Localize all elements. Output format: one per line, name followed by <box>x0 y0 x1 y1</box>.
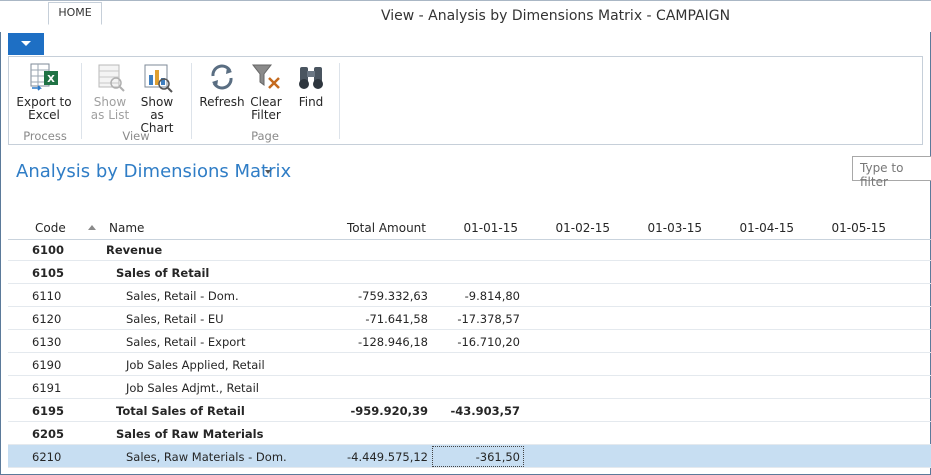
svg-text:X: X <box>47 74 55 85</box>
group-label-page: Page <box>251 129 279 143</box>
find-button[interactable]: Find <box>291 61 331 109</box>
cell-code: 6190 <box>32 358 62 372</box>
refresh-label: Refresh <box>199 95 245 109</box>
ribbon-tab-row <box>0 32 931 56</box>
cell-code: 6105 <box>32 266 65 280</box>
cell-code: 6110 <box>32 289 62 303</box>
title-bar: View - Analysis by Dimensions Matrix - C… <box>0 0 931 32</box>
cell-total-amount: -759.332,63 <box>358 289 428 303</box>
table-row[interactable]: 6105 Sales of Retail <box>8 261 931 284</box>
table-row[interactable]: 6120 Sales, Retail - EU -71.641,58 -17.3… <box>8 307 931 330</box>
cell-name: Sales of Retail <box>116 266 210 280</box>
clear-filter-label: Clear Filter <box>250 95 282 122</box>
excel-export-icon: X <box>30 63 58 91</box>
group-separator <box>191 63 192 139</box>
cell-period-1: -9.814,80 <box>464 289 520 303</box>
cell-code: 6100 <box>32 243 65 257</box>
cell-code: 6195 <box>32 404 65 418</box>
cell-name: Sales of Raw Materials <box>116 427 264 441</box>
window-title: View - Analysis by Dimensions Matrix - C… <box>380 8 731 24</box>
cell-period-1: -17.378,57 <box>457 312 520 326</box>
show-as-list-button[interactable]: Show as List <box>89 61 131 122</box>
find-label: Find <box>298 95 324 109</box>
cell-total-amount: -4.449.575,12 <box>347 450 428 464</box>
table-row-selected[interactable]: 6210 Sales, Raw Materials - Dom. -4.449.… <box>8 445 931 468</box>
filter-input[interactable]: Type to filter <box>852 156 931 189</box>
cell-code: 6205 <box>32 427 65 441</box>
tab-home[interactable]: HOME <box>48 2 102 25</box>
col-header-period-1[interactable]: 01-01-15 <box>428 221 518 235</box>
cell-name: Total Sales of Retail <box>116 404 245 418</box>
cell-name: Sales, Retail - Dom. <box>126 289 239 303</box>
refresh-button[interactable]: Refresh <box>199 61 245 109</box>
table-row[interactable]: 6205 Sales of Raw Materials <box>8 422 931 445</box>
table-row[interactable]: 6191 Job Sales Adjmt., Retail <box>8 376 931 399</box>
cell-name: Job Sales Adjmt., Retail <box>126 381 259 395</box>
export-to-excel-button[interactable]: X Export to Excel <box>15 61 73 122</box>
cell-period-1: -361,50 <box>475 450 520 464</box>
cell-name: Sales, Retail - EU <box>126 312 224 326</box>
refresh-icon <box>211 64 233 90</box>
sort-ascending-icon[interactable] <box>88 225 96 230</box>
table-row[interactable]: 6130 Sales, Retail - Export -128.946,18 … <box>8 330 931 353</box>
cell-name: Revenue <box>106 243 163 257</box>
cell-code: 6210 <box>32 450 62 464</box>
cell-code: 6191 <box>32 381 62 395</box>
show-as-list-label: Show as List <box>90 95 130 122</box>
col-header-name[interactable]: Name <box>109 221 144 235</box>
cell-code: 6120 <box>32 312 62 326</box>
ribbon: X Export to Excel Process Show as List S… <box>8 56 923 145</box>
col-header-total-amount[interactable]: Total Amount <box>326 221 426 235</box>
cell-period-1: -43.903,57 <box>450 404 520 418</box>
list-view-icon <box>98 64 125 92</box>
group-separator <box>339 63 340 139</box>
chart-view-icon <box>144 64 173 93</box>
cell-name: Sales, Retail - Export <box>126 335 246 349</box>
table-row[interactable]: 6195 Total Sales of Retail -959.920,39 -… <box>8 399 931 422</box>
cell-total-amount: -128.946,18 <box>358 335 428 349</box>
page-title[interactable]: Analysis by Dimensions Matrix <box>16 161 291 182</box>
cell-code: 6130 <box>32 335 62 349</box>
col-header-period-4[interactable]: 01-04-15 <box>704 221 794 235</box>
group-label-process: Process <box>23 129 67 143</box>
cell-period-1: -16.710,20 <box>457 335 520 349</box>
table-row[interactable]: 6110 Sales, Retail - Dom. -759.332,63 -9… <box>8 284 931 307</box>
caret-down-icon <box>21 41 31 46</box>
col-header-period-5[interactable]: 01-05-15 <box>796 221 886 235</box>
cell-total-amount: -71.641,58 <box>365 312 428 326</box>
cell-name: Sales, Raw Materials - Dom. <box>126 450 287 464</box>
col-header-code[interactable]: Code <box>35 221 66 235</box>
cell-name: Job Sales Applied, Retail <box>126 358 265 372</box>
col-header-period-2[interactable]: 01-02-15 <box>520 221 610 235</box>
table-row[interactable]: 6190 Job Sales Applied, Retail <box>8 353 931 376</box>
chevron-down-icon[interactable] <box>265 170 271 174</box>
clear-filter-icon <box>251 64 280 89</box>
export-to-excel-label: Export to Excel <box>16 95 72 122</box>
binoculars-icon <box>299 67 323 89</box>
clear-filter-button[interactable]: Clear Filter <box>245 61 287 122</box>
show-as-chart-button[interactable]: Show as Chart <box>133 61 181 135</box>
cell-total-amount: -959.920,39 <box>350 404 428 418</box>
col-header-period-3[interactable]: 01-03-15 <box>612 221 702 235</box>
table-row[interactable]: 6100 Revenue <box>8 238 931 261</box>
app-menu-button[interactable] <box>8 33 44 55</box>
group-label-view: View <box>122 129 150 143</box>
group-separator <box>81 63 82 139</box>
grid-header: Code Name Total Amount 01-01-15 01-02-15… <box>8 215 931 240</box>
